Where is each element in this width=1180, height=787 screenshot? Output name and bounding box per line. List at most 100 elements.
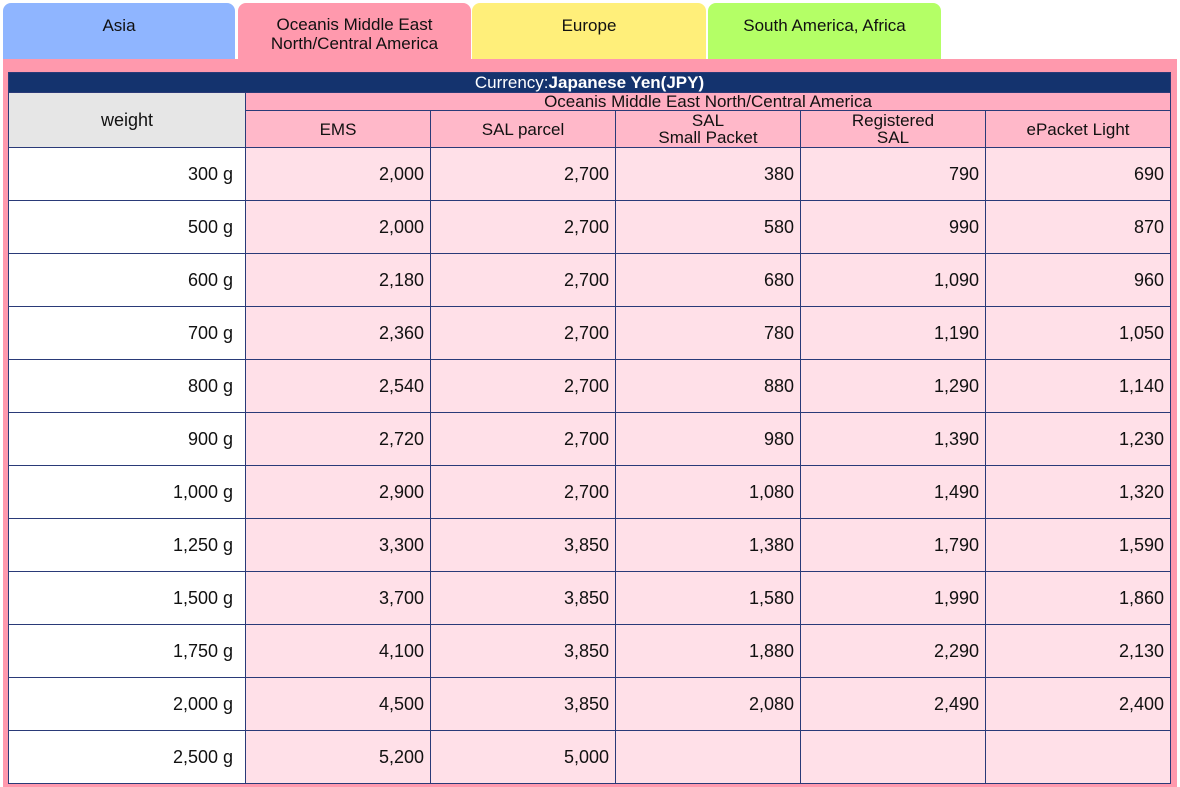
weight-cell: 1,500 g — [8, 571, 246, 625]
table-row: 900 g 2,720 2,700 980 1,390 1,230 — [8, 412, 1171, 466]
rate-cell: 1,290 — [800, 359, 986, 413]
tab-oceania-label-line1: Oceanis Middle East — [276, 15, 433, 34]
rate-cell: 2,000 — [245, 147, 431, 201]
rate-cell: 980 — [615, 412, 801, 466]
rate-cell: 870 — [985, 200, 1171, 254]
column-header-line1: ePacket Light — [1026, 119, 1130, 139]
weight-cell: 1,750 g — [8, 624, 246, 678]
rate-cell: 2,700 — [430, 412, 616, 466]
column-header: Registered SAL — [800, 110, 986, 148]
column-header-line1: EMS — [319, 119, 357, 139]
table-row: 1,250 g 3,300 3,850 1,380 1,790 1,590 — [8, 518, 1171, 572]
column-header-line1: SAL parcel — [481, 119, 565, 139]
rate-cell: 2,000 — [245, 200, 431, 254]
weight-cell: 2,000 g — [8, 677, 246, 731]
rate-cell: 2,130 — [985, 624, 1171, 678]
rate-cell: 690 — [985, 147, 1171, 201]
rate-cell: 2,490 — [800, 677, 986, 731]
rate-cell: 4,100 — [245, 624, 431, 678]
rate-cell: 3,850 — [430, 677, 616, 731]
weight-cell: 500 g — [8, 200, 246, 254]
currency-value: Japanese Yen(JPY) — [548, 72, 705, 92]
rate-cell: 5,000 — [430, 730, 616, 784]
table-row: 1,000 g 2,900 2,700 1,080 1,490 1,320 — [8, 465, 1171, 519]
rate-cell: 4,500 — [245, 677, 431, 731]
table-row: 2,500 g 5,200 5,000 — [8, 730, 1171, 784]
rate-cell: 880 — [615, 359, 801, 413]
rate-cell: 5,200 — [245, 730, 431, 784]
rate-cell: 790 — [800, 147, 986, 201]
currency-header: Currency:Japanese Yen(JPY) — [8, 72, 1171, 93]
rate-cell: 380 — [615, 147, 801, 201]
rate-cell: 2,180 — [245, 253, 431, 307]
weight-column-header: weight — [8, 92, 246, 148]
table-row: 2,000 g 4,500 3,850 2,080 2,490 2,400 — [8, 677, 1171, 731]
rate-cell: 1,390 — [800, 412, 986, 466]
rate-cell: 2,360 — [245, 306, 431, 360]
rate-cell: 3,850 — [430, 518, 616, 572]
table-row: 1,750 g 4,100 3,850 1,880 2,290 2,130 — [8, 624, 1171, 678]
rate-cell: 780 — [615, 306, 801, 360]
column-header-line1: Registered — [851, 111, 935, 130]
table-row: 700 g 2,360 2,700 780 1,190 1,050 — [8, 306, 1171, 360]
rate-cell: 1,320 — [985, 465, 1171, 519]
tab-asia[interactable]: Asia — [3, 3, 235, 59]
region-header: Oceanis Middle East North/Central Americ… — [245, 92, 1171, 111]
rate-cell: 1,860 — [985, 571, 1171, 625]
table-row: 800 g 2,540 2,700 880 1,290 1,140 — [8, 359, 1171, 413]
tab-europe[interactable]: Europe — [472, 3, 706, 59]
weight-cell: 700 g — [8, 306, 246, 360]
rate-cell: 960 — [985, 253, 1171, 307]
table-row: 300 g 2,000 2,700 380 790 690 — [8, 147, 1171, 201]
rate-cell: 2,900 — [245, 465, 431, 519]
rate-cell: 1,790 — [800, 518, 986, 572]
rate-cell: 2,700 — [430, 359, 616, 413]
column-header: ePacket Light — [985, 110, 1171, 148]
rate-cell: 2,720 — [245, 412, 431, 466]
tab-south-america-africa[interactable]: South America, Africa — [708, 3, 941, 59]
column-header-line1: SAL — [691, 111, 725, 130]
rate-cell — [985, 730, 1171, 784]
rate-cell: 1,050 — [985, 306, 1171, 360]
rate-cell: 680 — [615, 253, 801, 307]
tab-europe-label: Europe — [561, 16, 617, 35]
weight-cell: 1,250 g — [8, 518, 246, 572]
rate-cell: 2,700 — [430, 147, 616, 201]
rate-cell: 990 — [800, 200, 986, 254]
rate-cell: 1,580 — [615, 571, 801, 625]
weight-cell: 800 g — [8, 359, 246, 413]
rate-cell: 1,990 — [800, 571, 986, 625]
weight-cell: 900 g — [8, 412, 246, 466]
rate-cell: 2,290 — [800, 624, 986, 678]
rate-cell: 1,590 — [985, 518, 1171, 572]
rate-cell: 1,230 — [985, 412, 1171, 466]
tab-south-america-africa-label: South America, Africa — [743, 16, 906, 35]
rate-cell: 2,700 — [430, 465, 616, 519]
rate-cell: 1,080 — [615, 465, 801, 519]
tab-asia-label: Asia — [102, 16, 136, 35]
column-header-line2: Small Packet — [658, 128, 758, 147]
rate-cell: 1,140 — [985, 359, 1171, 413]
rate-cell: 2,700 — [430, 306, 616, 360]
rate-cell: 2,700 — [430, 253, 616, 307]
table-row: 600 g 2,180 2,700 680 1,090 960 — [8, 253, 1171, 307]
rate-cell: 3,850 — [430, 624, 616, 678]
tab-oceania-middle-east-north-central-america[interactable]: Oceanis Middle East North/Central Americ… — [238, 3, 471, 60]
rate-cell: 3,700 — [245, 571, 431, 625]
weight-cell: 1,000 g — [8, 465, 246, 519]
table-row: 500 g 2,000 2,700 580 990 870 — [8, 200, 1171, 254]
column-header: EMS — [245, 110, 431, 148]
rate-cell: 3,300 — [245, 518, 431, 572]
rate-cell: 1,380 — [615, 518, 801, 572]
rate-cell: 580 — [615, 200, 801, 254]
rate-cell: 2,400 — [985, 677, 1171, 731]
rate-cell: 3,850 — [430, 571, 616, 625]
column-header: SAL parcel — [430, 110, 616, 148]
table-row: 1,500 g 3,700 3,850 1,580 1,990 1,860 — [8, 571, 1171, 625]
tab-oceania-label-line2: North/Central America — [270, 34, 439, 53]
weight-cell: 300 g — [8, 147, 246, 201]
rate-cell — [615, 730, 801, 784]
currency-prefix: Currency: — [474, 72, 549, 92]
rate-cell: 2,700 — [430, 200, 616, 254]
postage-rate-table: Currency:Japanese Yen(JPY) weight Oceani… — [8, 72, 1171, 784]
